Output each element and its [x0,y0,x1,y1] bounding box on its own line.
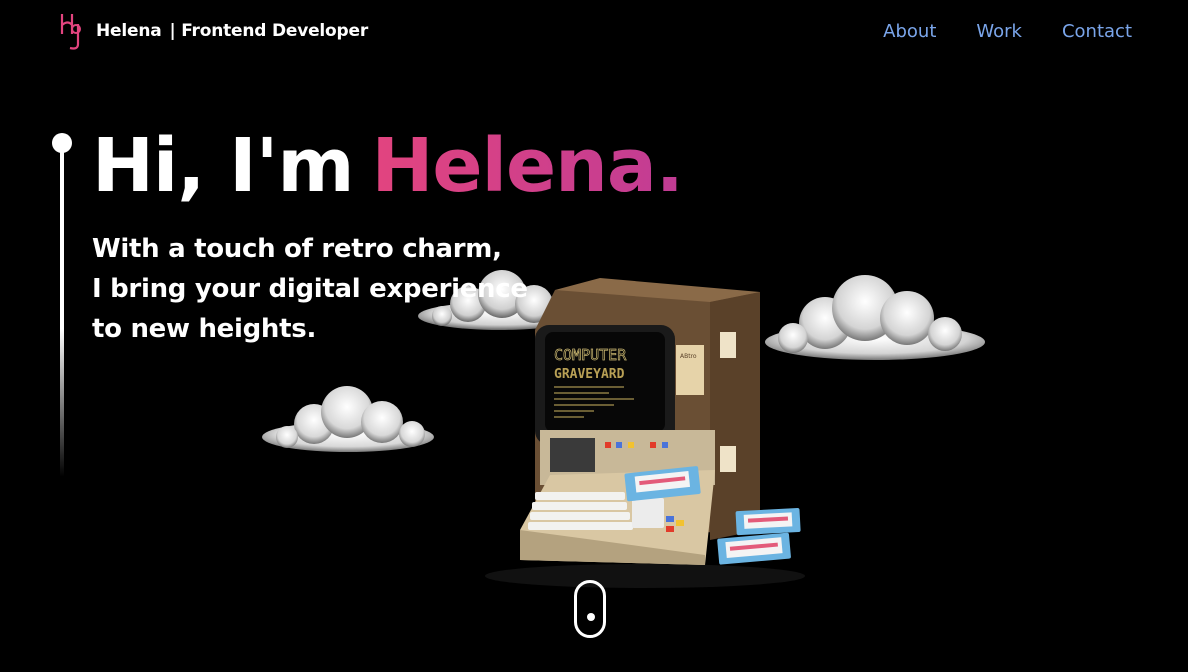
hero-greeting: Hi, I'm [92,123,354,209]
nav-link-contact[interactable]: Contact [1062,21,1132,42]
screen-title-line2: GRAVEYARD [554,367,625,382]
tagline-line-1: With a touch of retro charm, [92,234,502,264]
brand-title: | Frontend Developer [169,21,369,41]
mouse-wheel [587,613,595,621]
timeline-rail [52,133,72,478]
rail-line [60,147,64,477]
tagline-line-3: to new heights. [92,314,317,344]
mouse-scroll-icon[interactable] [574,580,606,638]
rail-dot [52,133,72,153]
hero-headline: Hi, I'm Helena. [92,122,684,211]
retro-computer-illustration: COMPUTER GRAVEYARD ABtro [485,278,805,588]
cloud-left [262,386,434,452]
hero-tagline: With a touch of retro charm, I bring you… [92,229,528,349]
logo-icon[interactable] [58,12,84,50]
hero-name: Helena. [371,123,683,209]
brand-name: Helena [96,21,162,41]
nav-link-about[interactable]: About [883,21,936,42]
screen-title-line1: COMPUTER [554,346,627,364]
nav-link-work[interactable]: Work [976,21,1022,42]
navbar: Helena | Frontend Developer About Work Co… [0,0,1188,64]
computer-badge-label: ABtro [680,353,697,360]
tagline-line-2: I bring your digital experience [92,274,528,304]
nav-links: About Work Contact [883,21,1132,42]
brand[interactable]: Helena | Frontend Developer [96,21,368,41]
